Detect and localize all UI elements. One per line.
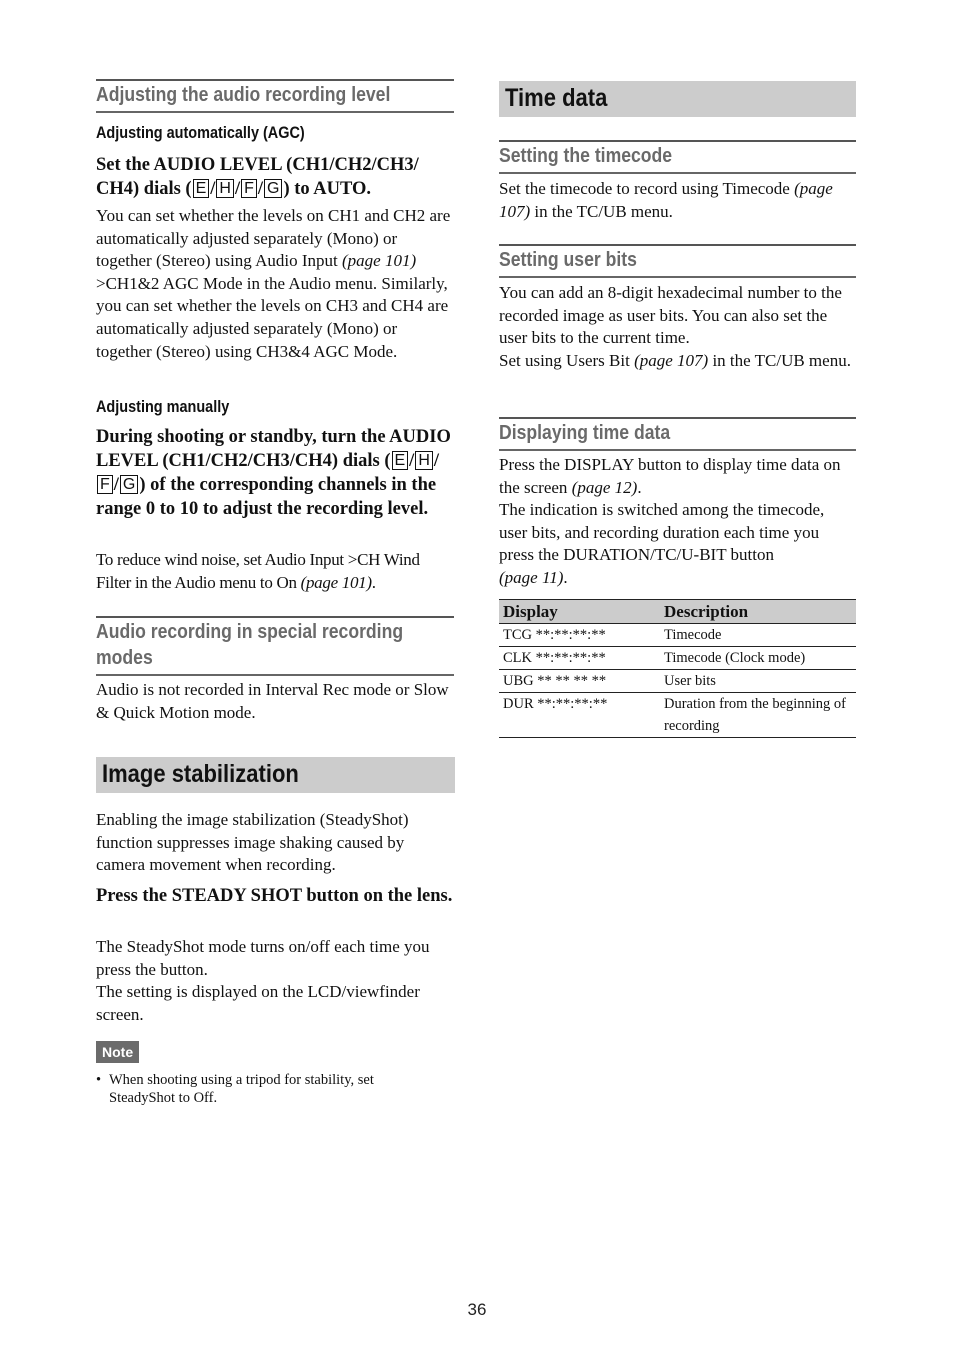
stabilization-body-2: The setting is displayed on the LCD/view…	[96, 982, 420, 1024]
agc-step-text-end: ) to AUTO.	[283, 179, 372, 199]
timecode-heading: Setting the timecode	[499, 140, 856, 174]
dial-f-icon: F	[241, 179, 257, 198]
dial-e-icon: E	[391, 451, 409, 470]
table-row: CLK **:**:**:** Timecode (Clock mode)	[499, 646, 856, 670]
audio-level-heading-text: Adjusting the audio recording level	[96, 84, 391, 106]
page-ref-link[interactable]: (page 101)	[301, 573, 372, 592]
page-ref-link[interactable]: (page 101)	[342, 251, 416, 270]
timecode-heading-text: Setting the timecode	[499, 145, 673, 167]
special-modes-heading: Audio recording in special recording mod…	[96, 616, 454, 676]
time-data-table: Display Description TCG **:**:**:** Time…	[499, 599, 856, 738]
displaying-section: Displaying time data	[499, 417, 856, 451]
manual-body-text-2: .	[371, 572, 376, 592]
stabilization-step: Press the STEADY SHOT button on the lens…	[96, 886, 453, 906]
table-cell-description: Timecode (Clock mode)	[660, 646, 856, 670]
table-cell-display: DUR **:**:**:**	[499, 692, 660, 738]
displaying-body-1: Press the DISPLAY button to display time…	[499, 454, 856, 499]
timecode-body-text: Set the timecode to record using Timecod…	[499, 179, 795, 198]
displaying-body-text-2: .	[637, 477, 642, 497]
table-cell-display: TCG **:**:**:**	[499, 623, 660, 647]
table-row: UBG ** ** ** ** User bits	[499, 669, 856, 693]
note-item-text: When shooting using a tripod for stabili…	[109, 1072, 374, 1106]
manual-step-text-end: ) of the corresponding channels in the r…	[96, 475, 437, 519]
dial-h-icon: H	[415, 451, 433, 470]
page-ref-link[interactable]: (page 107)	[634, 351, 708, 370]
user-bits-heading-text: Setting user bits	[499, 249, 637, 271]
stabilization-body-1: The SteadyShot mode turns on/off each ti…	[96, 937, 430, 979]
time-data-table-wrap: Display Description TCG **:**:**:** Time…	[499, 599, 856, 738]
user-bits-body-1: You can add an 8-digit hexadecimal numbe…	[499, 283, 842, 348]
table-cell-description: User bits	[660, 669, 856, 693]
special-modes-section: Audio recording in special recording mod…	[96, 616, 454, 676]
table-cell-description: Timecode	[660, 623, 856, 647]
audio-level-section: Adjusting the audio recording level	[96, 79, 454, 113]
dial-h-icon: H	[216, 179, 234, 198]
time-data-section: Time data	[499, 81, 856, 117]
time-data-heading: Time data	[499, 81, 856, 117]
user-bits-body-text-2: in the TC/UB menu.	[708, 350, 851, 370]
stabilization-section: Image stabilization	[96, 757, 455, 793]
agc-step: Set the AUDIO LEVEL (CH1/CH2/CH3/ CH4) d…	[96, 155, 419, 199]
user-bits-heading: Setting user bits	[499, 244, 856, 278]
table-cell-description: Duration from the beginning of recording	[660, 692, 856, 738]
page-ref-link[interactable]: (page 11)	[499, 568, 563, 587]
user-bits-body-text: Set using Users Bit	[499, 350, 635, 370]
table-header-description: Description	[660, 599, 856, 624]
special-modes-body: Audio is not recorded in Interval Rec mo…	[96, 680, 449, 722]
table-row: DUR **:**:**:** Duration from the beginn…	[499, 692, 856, 738]
manual-step: During shooting or standby, turn the AUD…	[96, 427, 451, 519]
displaying-body-text-4: .	[563, 567, 568, 587]
manual-subheading: Adjusting manually	[96, 397, 230, 416]
timecode-body: Set the timecode to record using Timecod…	[499, 178, 856, 223]
page-ref-link[interactable]: (page 12)	[572, 478, 638, 497]
table-header-display: Display	[499, 599, 660, 624]
user-bits-section: Setting user bits	[499, 244, 856, 278]
table-cell-display: UBG ** ** ** **	[499, 669, 660, 693]
note-list: • When shooting using a tripod for stabi…	[96, 1071, 426, 1107]
user-bits-body: You can add an 8-digit hexadecimal numbe…	[499, 282, 856, 372]
page-number: 36	[467, 1300, 487, 1319]
stabilization-intro: Enabling the image stabilization (Steady…	[96, 810, 409, 875]
stabilization-heading-text: Image stabilization	[102, 760, 299, 788]
note-item: • When shooting using a tripod for stabi…	[96, 1071, 426, 1107]
dial-g-icon: G	[119, 475, 139, 494]
agc-body: You can set whether the levels on CH1 an…	[96, 205, 454, 363]
displaying-heading: Displaying time data	[499, 417, 856, 451]
displaying-body-2: The indication is switched among the tim…	[499, 499, 856, 589]
table-header-row: Display Description	[499, 599, 856, 624]
table-cell-display: CLK **:**:**:**	[499, 646, 660, 670]
agc-body-text-2: >CH1&2 AGC Mode in the Audio menu. Simil…	[96, 273, 449, 361]
note-badge: Note	[96, 1041, 140, 1063]
audio-level-heading: Adjusting the audio recording level	[96, 79, 454, 113]
agc-subheading: Adjusting automatically (AGC)	[96, 123, 305, 142]
dial-g-icon: G	[264, 179, 283, 198]
displaying-body-text: Press the DISPLAY button to display time…	[499, 455, 841, 497]
bullet-icon: •	[96, 1072, 102, 1088]
displaying-body: Press the DISPLAY button to display time…	[499, 454, 856, 590]
dial-f-icon: F	[97, 475, 113, 494]
stabilization-body: The SteadyShot mode turns on/off each ti…	[96, 936, 454, 1026]
displaying-heading-text: Displaying time data	[499, 422, 671, 444]
timecode-body-text-2: in the TC/UB menu.	[530, 201, 673, 221]
user-bits-body-2: Set using Users Bit (page 107) in the TC…	[499, 350, 856, 373]
stabilization-heading: Image stabilization	[96, 757, 455, 793]
manual-body: To reduce wind noise, set Audio Input >C…	[96, 549, 454, 594]
dial-e-icon: E	[192, 179, 210, 198]
table-row: TCG **:**:**:** Timecode	[499, 623, 856, 647]
special-modes-heading-text: Audio recording in special recording mod…	[96, 621, 404, 669]
note-section: Note	[96, 1041, 140, 1063]
timecode-section: Setting the timecode	[499, 140, 856, 174]
time-data-heading-text: Time data	[505, 84, 608, 112]
displaying-body-text-3: The indication is switched among the tim…	[499, 500, 825, 565]
